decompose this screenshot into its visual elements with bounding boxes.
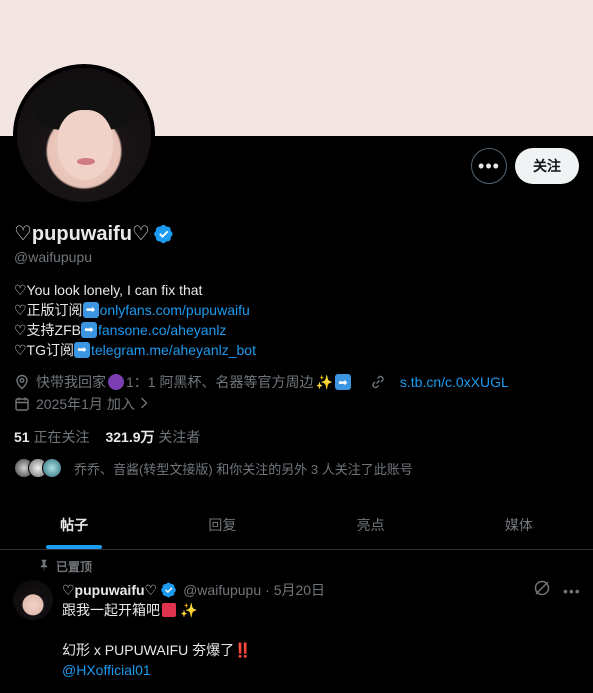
post-author-handle[interactable]: @waifupupu	[183, 582, 261, 598]
post-body: 跟我一起开箱吧 ✨ 幻形 x PUPUWAIFU 夯爆了‼️ @HXofficia…	[62, 600, 252, 680]
location-icon	[14, 374, 30, 390]
pinned-label: 已置顶	[56, 560, 93, 574]
joined-text: 2025年1月 加入	[36, 396, 135, 412]
followers-you-know[interactable]: 乔乔、音酱(转型文接版) 和你关注的另外 3 人关注了此账号	[14, 458, 413, 478]
mutuals-text: 乔乔、音酱(转型文接版) 和你关注的另外 3 人关注了此账号	[74, 461, 413, 477]
pinned-indicator: 已置顶	[38, 558, 92, 575]
arrow-right-icon: ➡	[74, 342, 90, 358]
post-more-icon[interactable]: •••	[563, 583, 581, 599]
double-exclamation-icon: ‼️	[234, 642, 252, 658]
location-text-2: 1：1 阿黑杯、名器等官方周边	[126, 374, 314, 390]
website-link[interactable]: s.tb.cn/c.0xXUGL	[400, 374, 509, 390]
follow-button[interactable]: 关注	[515, 148, 579, 184]
post-author-name[interactable]: ♡pupuwaifu♡	[62, 582, 157, 599]
chevron-right-icon	[139, 396, 149, 412]
profile-name: ♡pupuwaifu♡	[14, 223, 150, 245]
tab-replies[interactable]: 回复	[148, 501, 296, 549]
sparkles-icon: ✨	[315, 373, 333, 390]
arrow-right-icon: ➡	[82, 302, 99, 318]
ellipsis-icon: •••	[478, 156, 500, 176]
profile-stats: 51 正在关注 321.9万 关注者	[14, 427, 200, 447]
more-options-button[interactable]: •••	[471, 148, 507, 184]
fansone-link[interactable]: fansone.co/aheyanlz	[98, 320, 226, 340]
arrow-right-icon: ➡	[81, 322, 97, 338]
grok-icon[interactable]	[533, 579, 551, 602]
location-text: 快带我回家	[36, 374, 106, 390]
post-line-1: 跟我一起开箱吧 ✨	[62, 602, 198, 618]
tab-highlights[interactable]: 亮点	[297, 501, 445, 549]
verified-badge-icon	[161, 582, 177, 598]
profile-tabs: 帖子 回复 亮点 媒体	[0, 501, 593, 550]
profile-name-row: ♡pupuwaifu♡	[14, 221, 174, 246]
pin-icon	[38, 559, 50, 574]
bio-line: ♡TG订阅 ➡ telegram.me/aheyanlz_bot	[14, 340, 256, 360]
onlyfans-link[interactable]: onlyfans.com/pupuwaifu	[100, 300, 250, 320]
sparkles-icon: ✨	[180, 602, 198, 618]
arrow-right-icon: ➡	[334, 374, 351, 390]
avatar-image	[17, 68, 151, 202]
bio-line: ♡支持ZFB ➡ fansone.co/aheyanlz	[14, 320, 227, 340]
telegram-link[interactable]: telegram.me/aheyanlz_bot	[91, 340, 256, 360]
devil-emoji-icon	[108, 374, 124, 390]
calendar-icon	[14, 396, 30, 412]
post-date[interactable]: · 5月20日	[265, 580, 325, 600]
verified-badge-icon[interactable]	[154, 224, 174, 244]
mention-link[interactable]: @HXofficial01	[62, 660, 252, 680]
profile-handle: @waifupupu	[14, 249, 93, 265]
gift-emoji-icon	[162, 603, 176, 617]
tab-posts[interactable]: 帖子	[0, 501, 148, 549]
profile-joined-row[interactable]: 2025年1月 加入	[14, 394, 149, 414]
profile-avatar[interactable]	[13, 64, 155, 206]
link-icon	[370, 374, 386, 390]
mutual-avatars	[14, 458, 62, 478]
following-link[interactable]: 51 正在关注	[14, 427, 89, 447]
profile-bio: ♡You look lonely, I can fix that ♡正版订阅 ➡…	[14, 280, 256, 360]
bio-line: ♡You look lonely, I can fix that	[14, 282, 203, 298]
post-actions: •••	[533, 579, 581, 602]
post-line-2: 幻形 x PUPUWAIFU 夯爆了‼️	[62, 642, 252, 658]
tab-media[interactable]: 媒体	[445, 501, 593, 549]
followers-link[interactable]: 321.9万 关注者	[105, 427, 200, 447]
post-author-avatar[interactable]	[13, 580, 53, 620]
bio-line: ♡正版订阅 ➡ onlyfans.com/pupuwaifu	[14, 300, 250, 320]
post-header: ♡pupuwaifu♡ @waifupupu · 5月20日	[62, 580, 325, 600]
mutual-avatar	[42, 458, 62, 478]
profile-location-row: 快带我回家 1：1 阿黑杯、名器等官方周边 ✨ ➡ s.tb.cn/c.0xXU…	[14, 372, 509, 392]
